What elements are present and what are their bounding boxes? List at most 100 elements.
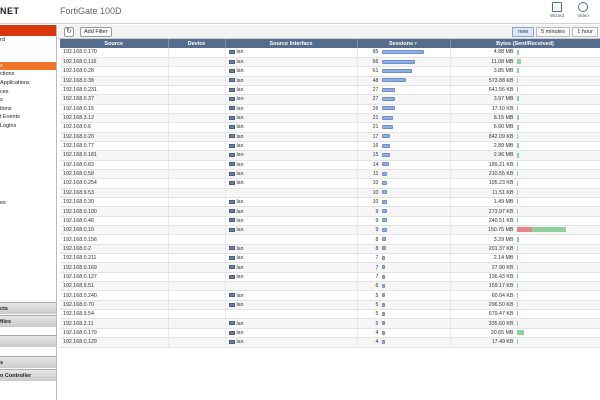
sidebar-item[interactable] [0,139,56,148]
table-row[interactable]: 192.168.0.211 lan 7 2.14 MB [60,253,600,264]
sidebar-item[interactable] [0,45,56,54]
table-row[interactable]: 192.168.0.77 lan 16 2.89 MB [60,141,600,152]
sidebar-item[interactable] [0,208,56,217]
time-range-now[interactable]: now [512,27,534,37]
table-row[interactable]: 192.168.0.156 8 3.29 MB [60,234,600,245]
sessions-bar [381,134,390,139]
table-row[interactable]: 192.168.0.181 lan 15 2.96 MB [60,150,600,161]
cell-bytes: 335.60 KB [450,318,600,329]
table-row[interactable]: 192.168.0.10 lan 9 150.75 MB [60,225,600,236]
sidebar-item[interactable] [0,131,56,140]
sidebar-item[interactable]: Logins [0,122,56,131]
cell-bytes: 2.96 MB [450,150,600,161]
table-row[interactable]: 192.168.9.53 10 11.51 KB [60,188,600,199]
sidebar-item[interactable]: t Events [0,113,56,122]
cell-sessions: 27 [357,94,451,105]
sidebar-item[interactable] [0,148,56,157]
main-panel: ↻ Add Filter now 5 minutes 1 hour Source… [58,25,600,400]
sessions-count: 27 [372,96,379,103]
interface-label: lan [236,329,244,336]
bytes-value: 20.65 MB [490,329,514,336]
table-row[interactable]: 192.168.0.100 lan 9 273.97 KB [60,206,600,217]
sidebar-section-2[interactable]: files [0,315,56,327]
column-header-sessions[interactable]: Sessions▼ [357,39,451,48]
table-row[interactable]: 192.168.0.37 lan 27 3.97 MB [60,94,600,105]
table-row[interactable]: 192.168.0.240 lan 5 60.04 KB [60,290,600,301]
bytes-bar [516,245,518,251]
column-header-source-interface[interactable]: Source Interface [225,39,358,48]
wizard-button[interactable]: Wizard [546,2,568,22]
sidebar-item[interactable] [0,191,56,200]
sessions-count: 5 [375,301,379,308]
table-row[interactable]: 192.168.0.83 lan 14 189.21 KB [60,160,600,170]
table-header-row: Source Device Source Interface Sessions▼… [60,39,600,48]
table-row[interactable]: 192.168.0.170 lan 85 4.88 MB [60,48,600,58]
sidebar-item[interactable]: Applications [0,79,56,88]
table-row[interactable]: 192.168.0.179 lan 4 20.65 MB [60,328,600,339]
interface-icon [228,134,235,139]
cell-source: 192.168.0.100 [60,206,169,217]
video-label: Video [577,13,589,18]
table-row[interactable]: 192.168.3.12 lan 21 8.15 MB [60,113,600,124]
add-filter-button[interactable]: Add Filter [80,27,112,37]
sidebar-item[interactable] [0,174,56,183]
table-row[interactable]: 192.168.0.38 lan 48 573.88 KB [60,76,600,86]
table-row[interactable]: 192.168.9.51 6 159.17 KB [60,281,600,292]
bytes-value: 2.14 MB [493,255,514,262]
table-row[interactable]: 192.168.0.46 lan 9 240.51 KB [60,216,600,227]
sidebar-item[interactable]: s [0,61,56,71]
sort-desc-icon: ▼ [413,40,419,47]
table-row[interactable]: 192.168.0.2 lan 8 201.37 KB [60,244,600,255]
bytes-bar [516,255,518,261]
table-row[interactable]: 192.168.0.20 lan 17 842.09 KB [60,132,600,142]
sidebar-section-1[interactable]: cts [0,302,56,314]
column-header-device[interactable]: Device [168,39,226,48]
table-row[interactable]: 192.168.0.28 lan 61 3.85 MB [60,66,600,77]
sidebar-section-3[interactable] [0,335,56,347]
bytes-bar [516,199,518,205]
sidebar-item[interactable]: es [0,199,56,208]
sidebar-item[interactable]: ces [0,88,56,97]
refresh-icon[interactable]: ↻ [64,27,74,37]
table-row[interactable]: 192.168.0.254 lan 10 195.23 KB [60,178,600,189]
table-row[interactable]: 192.168.0.231 lan 27 641.56 KB [60,85,600,96]
cell-source: 192.168.0.28 [60,66,169,77]
sessions-count: 4 [375,329,379,336]
table-row[interactable]: 192.168.0.6 lan 21 6.90 MB [60,122,600,133]
table-row[interactable]: 192.168.0.15 lan 26 17.10 KB [60,104,600,114]
sidebar-item[interactable]: tions [0,105,56,114]
bytes-value: 11.51 KB [492,189,514,196]
sidebar-item[interactable]: s [0,96,56,105]
video-button[interactable]: Video [572,2,594,22]
cell-device [168,272,226,283]
sidebar-item[interactable] [0,182,56,191]
sidebar-item[interactable] [0,165,56,174]
sidebar-section-5[interactable]: n Controller [0,369,56,381]
time-range-1-hour[interactable]: 1 hour [572,27,598,37]
sidebar-item[interactable]: rd [0,36,56,45]
bytes-value: 296.50 KB [488,301,514,308]
table-row[interactable]: 192.168.0.116 lan 66 11.08 MB [60,57,600,68]
cell-bytes: 6.90 MB [450,122,600,133]
sidebar-item[interactable] [0,53,56,62]
sidebar-item[interactable] [0,156,56,165]
interface-icon [228,59,235,64]
bytes-bar [516,77,518,83]
column-header-bytes[interactable]: Bytes (Sent/Received) [450,39,600,48]
time-range-5-minutes[interactable]: 5 minutes [536,27,570,37]
cell-source: 192.168.0.46 [60,216,169,227]
table-row[interactable]: 192.168.0.58 lan 11 210.55 KB [60,169,600,180]
column-header-source[interactable]: Source [60,39,169,48]
table-row[interactable]: 192.168.9.54 5 679.47 KB [60,309,600,320]
sidebar-section-4[interactable]: s [0,356,56,368]
cell-sessions: 27 [357,85,451,96]
sidebar-item[interactable]: ctions [0,70,56,79]
table-row[interactable]: 192.168.0.127 lan 7 136.43 KB [60,272,600,283]
table-row[interactable]: 192.168.2.11 lan 5 335.60 KB [60,318,600,329]
table-row[interactable]: 192.168.0.70 lan 5 296.50 KB [60,300,600,311]
sidebar-header[interactable] [0,25,56,36]
table-row[interactable]: 192.168.0.30 lan 10 1.49 MB [60,197,600,208]
table-row[interactable]: 192.168.0.169 lan 7 27.90 KB [60,262,600,273]
table-row[interactable]: 192.168.0.129 lan 4 17.49 KB [60,337,600,348]
bytes-sent-bar [516,302,518,308]
